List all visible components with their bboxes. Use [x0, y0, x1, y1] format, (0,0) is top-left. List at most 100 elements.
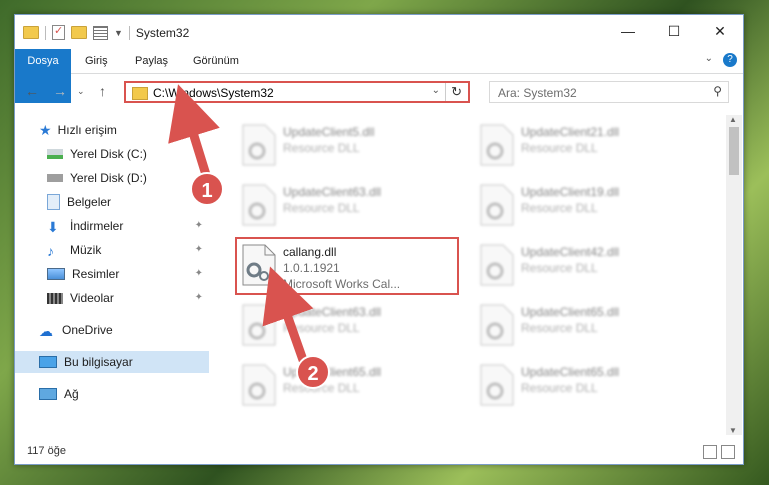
title-bar: ▼ System32 — ☐ ✕	[15, 15, 743, 49]
tab-home[interactable]: Giriş	[85, 49, 108, 73]
file-item[interactable]: UpdateClient65.dll Resource DLL	[235, 359, 465, 413]
maximize-button[interactable]: ☐	[651, 15, 697, 47]
up-arrow-icon[interactable]: ↑	[99, 83, 106, 99]
file-description: Resource DLL	[521, 381, 598, 395]
file-item[interactable]: UpdateClient65.dll Resource DLL	[473, 359, 703, 413]
pictures-icon	[47, 268, 65, 280]
file-item[interactable]: UpdateClient63.dll Resource DLL	[235, 299, 465, 353]
callout-step-1: 1	[190, 172, 224, 206]
sidebar-item-label: Videolar	[70, 291, 114, 305]
drive-icon	[47, 149, 63, 159]
sidebar-item-label: Belgeler	[67, 195, 112, 209]
dll-file-icon	[239, 303, 277, 347]
file-item[interactable]: UpdateClient5.dll Resource DLL	[235, 119, 465, 173]
file-description: Resource DLL	[521, 261, 598, 275]
sidebar-item-onedrive[interactable]: ☁ OneDrive	[39, 319, 209, 341]
download-icon: ⬇	[47, 219, 59, 235]
scroll-up-icon[interactable]: ▲	[729, 115, 737, 124]
address-path[interactable]: C:\Windows\System32	[153, 86, 274, 100]
sidebar-item-label: Müzik	[70, 243, 102, 257]
computer-icon	[39, 356, 57, 368]
drive-icon	[47, 174, 63, 182]
sidebar-item-label: Ağ	[64, 387, 79, 401]
tab-share[interactable]: Paylaş	[135, 49, 168, 73]
vertical-scrollbar[interactable]: ▲ ▼	[726, 115, 742, 435]
sidebar-item-videos[interactable]: Videolar ✦	[47, 287, 209, 309]
window-title: System32	[135, 25, 190, 40]
dll-file-icon	[477, 183, 515, 227]
sidebar-item-disk-c[interactable]: Yerel Disk (C:)	[47, 143, 209, 165]
sidebar-item-music[interactable]: ♪ Müzik ✦	[47, 239, 209, 261]
sidebar-item-pictures[interactable]: Resimler ✦	[47, 263, 209, 285]
file-item[interactable]: UpdateClient21.dll Resource DLL	[473, 119, 703, 173]
dll-file-icon	[477, 303, 515, 347]
file-description: Resource DLL	[283, 201, 360, 215]
dll-file-icon	[239, 363, 277, 407]
file-name: UpdateClient63.dll	[283, 185, 382, 199]
cloud-icon: ☁	[39, 323, 53, 339]
sidebar-item-label: Yerel Disk (C:)	[70, 147, 147, 161]
file-description: Resource DLL	[521, 201, 598, 215]
sidebar-item-label: Yerel Disk (D:)	[70, 171, 147, 185]
explorer-window: ▼ System32 — ☐ ✕ Dosya Giriş Paylaş Görü…	[14, 14, 744, 465]
sidebar-item-quick-access[interactable]: ★ Hızlı erişim	[39, 119, 209, 141]
tab-view[interactable]: Görünüm	[193, 49, 239, 73]
status-bar: 117 öğe	[15, 441, 743, 463]
file-item[interactable]: UpdateClient63.dll Resource DLL	[235, 179, 465, 233]
recent-locations-icon[interactable]: ⌄	[77, 86, 85, 97]
pin-icon[interactable]: ✦	[195, 292, 203, 303]
sidebar-item-this-pc[interactable]: Bu bilgisayar	[15, 351, 209, 373]
file-item[interactable]: UpdateClient19.dll Resource DLL	[473, 179, 703, 233]
sidebar-item-label: İndirmeler	[70, 219, 124, 233]
close-button[interactable]: ✕	[697, 15, 743, 47]
pin-icon[interactable]: ✦	[195, 220, 203, 231]
music-icon: ♪	[47, 243, 54, 259]
network-icon	[39, 388, 57, 400]
file-item[interactable]: UpdateClient42.dll Resource DLL	[473, 239, 703, 293]
details-view-icon[interactable]	[703, 445, 717, 459]
sidebar-item-network[interactable]: Ağ	[39, 383, 209, 405]
pin-icon[interactable]: ✦	[195, 244, 203, 255]
sidebar-item-documents[interactable]: Belgeler ✦	[47, 191, 209, 213]
videos-icon	[47, 292, 63, 304]
folder-icon	[132, 87, 148, 100]
folder-icon	[23, 26, 39, 39]
file-name: UpdateClient19.dll	[521, 185, 620, 199]
new-folder-icon[interactable]	[71, 26, 87, 39]
scroll-down-icon[interactable]: ▼	[729, 426, 737, 435]
help-icon[interactable]: ?	[723, 53, 737, 67]
sidebar-item-disk-d[interactable]: Yerel Disk (D:)	[47, 167, 209, 189]
search-box[interactable]: Ara: System32 ⚲	[489, 81, 729, 103]
refresh-icon[interactable]: ↻	[451, 84, 462, 100]
pin-icon[interactable]: ✦	[195, 268, 203, 279]
collapse-ribbon-icon[interactable]: ⌄	[705, 53, 713, 64]
file-list: UpdateClient5.dll Resource DLL UpdateCli…	[215, 115, 725, 435]
customize-toolbar-icon[interactable]: ▼	[114, 28, 123, 38]
documents-icon	[47, 194, 60, 210]
properties-icon[interactable]	[93, 25, 108, 40]
address-dropdown-icon[interactable]: ⌄	[432, 85, 440, 96]
sidebar-item-downloads[interactable]: ⬇ İndirmeler ✦	[47, 215, 209, 237]
scroll-thumb[interactable]	[729, 127, 739, 175]
file-description: Resource DLL	[521, 321, 598, 335]
file-item[interactable]: UpdateClient65.dll Resource DLL	[473, 299, 703, 353]
address-bar[interactable]: C:\Windows\System32 ⌄ ↻	[124, 81, 470, 103]
search-icon[interactable]: ⚲	[713, 84, 722, 98]
minimize-button[interactable]: —	[605, 15, 651, 47]
navigation-pane: ★ Hızlı erişim Yerel Disk (C:) Yerel Dis…	[15, 115, 211, 435]
file-name: UpdateClient5.dll	[283, 125, 375, 139]
file-name: UpdateClient42.dll	[521, 245, 620, 259]
item-count: 117 öğe	[27, 445, 66, 457]
file-name: UpdateClient63.dll	[283, 305, 382, 319]
properties-check-icon[interactable]	[52, 24, 65, 40]
large-icons-view-icon[interactable]	[721, 445, 735, 459]
forward-arrow-icon[interactable]: →	[53, 83, 67, 99]
quick-access-toolbar: ▼ System32	[23, 24, 190, 40]
sidebar-item-label: Resimler	[72, 267, 120, 281]
highlight-box	[235, 237, 459, 295]
file-name: UpdateClient65.dll	[521, 365, 620, 379]
back-arrow-icon[interactable]: ←	[25, 83, 39, 99]
file-name: UpdateClient65.dll	[521, 305, 620, 319]
search-placeholder: Ara: System32	[498, 86, 577, 100]
toolbar-divider	[128, 25, 130, 40]
